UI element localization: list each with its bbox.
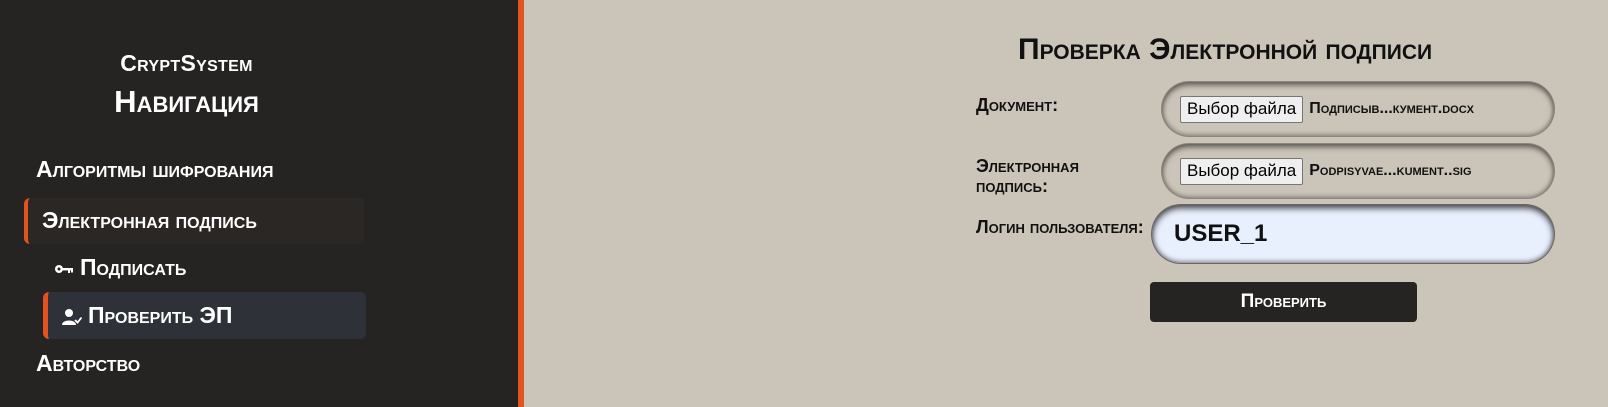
sidebar-item-label: Проверить ЭП <box>88 302 233 328</box>
signature-filename: Podpisyvae...kument..sig <box>1309 162 1472 179</box>
sidebar-item-label: Авторство <box>36 350 141 376</box>
signature-file-input[interactable]: Выбор файла Podpisyvae...kument..sig <box>1162 144 1554 198</box>
verify-button[interactable]: Проверить <box>1150 282 1417 322</box>
sidebar-item-verify-signature[interactable]: Проверить ЭП <box>43 292 366 339</box>
user-check-icon <box>62 306 83 326</box>
login-label: Логин пользователя: <box>976 217 1144 237</box>
sidebar-item-label: Подписать <box>80 254 187 280</box>
document-filename: Подписыв...кумент.docx <box>1309 100 1475 117</box>
document-file-input[interactable]: Выбор файла Подписыв...кумент.docx <box>1162 82 1554 136</box>
nav-title: Навигация <box>114 84 259 119</box>
sidebar-item-encryption-algorithms[interactable]: Алгоритмы шифрования <box>36 156 273 183</box>
sidebar-item-digital-signature[interactable]: Электронная подпись <box>24 198 364 244</box>
page-title: Проверка Электронной подписи <box>1018 33 1433 66</box>
login-input[interactable] <box>1152 205 1554 263</box>
signature-label: Электронная подпись: <box>976 156 1079 196</box>
sidebar-item-sign[interactable]: Подписать <box>54 254 186 281</box>
brand-name: CryptSystem <box>120 50 253 76</box>
sidebar: CryptSystem Навигация Алгоритмы шифрован… <box>0 0 524 407</box>
sidebar-item-authorship[interactable]: Авторство <box>36 350 140 377</box>
document-label: Документ: <box>976 95 1059 115</box>
sidebar-item-label: Электронная подпись <box>42 207 257 233</box>
choose-document-button[interactable]: Выбор файла <box>1180 95 1304 123</box>
key-icon <box>54 258 74 278</box>
sidebar-item-label: Алгоритмы шифрования <box>36 156 274 182</box>
choose-signature-button[interactable]: Выбор файла <box>1180 157 1304 185</box>
